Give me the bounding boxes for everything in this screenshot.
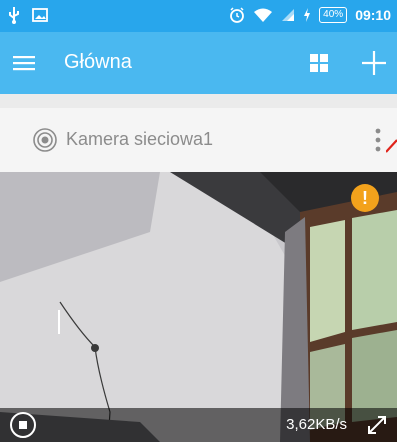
menu-icon[interactable] (12, 51, 36, 75)
charging-icon (304, 8, 311, 22)
status-bar: 40% 09:10 (0, 0, 397, 32)
add-icon[interactable] (360, 49, 388, 77)
battery-indicator: 40% (319, 7, 348, 23)
camera-icon (33, 128, 57, 152)
stop-button[interactable] (10, 412, 36, 438)
alarm-clock-icon (230, 7, 245, 23)
camera-live-view[interactable] (0, 172, 397, 442)
bitrate-readout: 3,62KB/s (286, 416, 347, 433)
grid-view-icon[interactable] (309, 53, 329, 73)
status-time: 09:10 (355, 7, 391, 23)
page-title: Główna (64, 51, 132, 73)
warning-badge[interactable]: ! (351, 184, 379, 212)
camera-card-header[interactable]: Kamera sieciowa1 (0, 108, 397, 172)
camera-name: Kamera sieciowa1 (66, 129, 214, 149)
image-notification-icon (32, 8, 48, 22)
video-frame (0, 172, 397, 442)
signal-icon (282, 9, 295, 21)
app-bar: Główna (0, 32, 397, 94)
red-arrow-annotation (386, 139, 397, 153)
wifi-icon (254, 8, 273, 22)
fullscreen-icon[interactable] (365, 413, 389, 437)
usb-icon (9, 7, 19, 24)
